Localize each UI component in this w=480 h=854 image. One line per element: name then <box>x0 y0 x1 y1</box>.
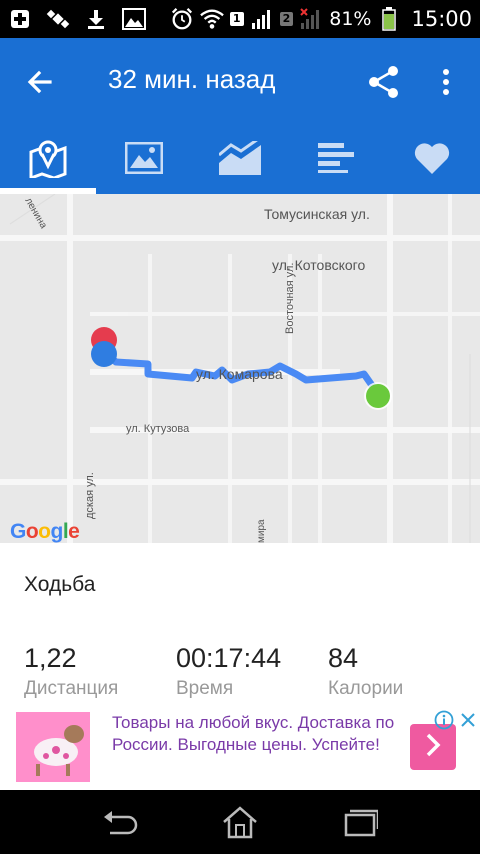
close-icon[interactable] <box>458 710 478 730</box>
tab-stats[interactable] <box>288 126 384 194</box>
start-marker <box>366 384 390 408</box>
tab-photos[interactable] <box>96 126 192 194</box>
signal-icon <box>250 7 274 31</box>
image-icon <box>124 141 164 178</box>
system-nav-bar <box>0 790 480 854</box>
tab-bar <box>0 126 480 194</box>
status-bar: 1 2 81% 15:00 <box>0 0 480 38</box>
sim2-badge: 2 <box>279 12 294 26</box>
route-map[interactable]: Томусинская ул. ул. Котовского ул. Комар… <box>0 194 480 543</box>
screen: 1 2 81% 15:00 32 мин. назад Томусинская … <box>0 0 480 854</box>
image-notif-icon <box>122 7 146 31</box>
page-title: 32 мин. назад <box>108 64 276 94</box>
ad-banner[interactable]: Товары на любой вкус. Доставка по России… <box>0 708 480 790</box>
status-time: 15:00 <box>411 7 472 31</box>
heart-icon <box>413 141 451 179</box>
activity-summary: Ходьба 1,22 Дистанция 00:17:44 Время 84 … <box>0 543 480 708</box>
plus-box-icon <box>8 7 32 31</box>
stat-value: 84 <box>328 643 359 673</box>
stat-label: Дистанция <box>24 678 119 699</box>
ad-text[interactable]: Товары на любой вкус. Доставка по России… <box>112 712 402 755</box>
stat-value: 00:17:44 <box>176 643 282 673</box>
recent-apps-icon[interactable] <box>340 802 380 842</box>
map-markers <box>91 327 392 410</box>
signal-off-icon <box>299 7 323 31</box>
home-icon[interactable] <box>220 802 260 842</box>
activity-type: Ходьба <box>24 573 96 596</box>
stat-label: Время <box>176 678 234 699</box>
satellite-icon <box>46 7 70 31</box>
battery-percent: 81% <box>329 8 372 30</box>
ad-image[interactable] <box>16 712 90 782</box>
stat-label: Калории <box>328 678 404 699</box>
google-logo: Google <box>10 520 80 543</box>
app-bar: 32 мин. назад <box>0 38 480 126</box>
share-icon[interactable] <box>366 64 402 100</box>
tab-charts[interactable] <box>192 126 288 194</box>
stat-calories: 84 Калории <box>328 643 403 700</box>
current-location-marker <box>91 341 117 367</box>
stat-distance: 1,22 Дистанция <box>24 643 118 700</box>
ad-open-button[interactable] <box>410 724 456 770</box>
more-vert-icon[interactable] <box>432 64 460 100</box>
sim1-badge: 1 <box>229 12 244 26</box>
tab-map[interactable] <box>0 126 96 194</box>
wifi-icon <box>200 7 224 31</box>
battery-icon <box>377 7 401 31</box>
download-icon <box>84 7 108 31</box>
chart-icon <box>218 135 262 179</box>
map-icon <box>28 138 68 182</box>
ad-info-icon[interactable] <box>434 710 454 730</box>
stat-value: 1,22 <box>24 643 77 673</box>
tab-favorite[interactable] <box>384 126 480 194</box>
back-nav-icon[interactable] <box>100 802 140 842</box>
chevron-right-icon <box>423 732 443 762</box>
arrow-left-icon[interactable] <box>24 66 56 98</box>
alarm-icon <box>170 7 194 31</box>
stat-time: 00:17:44 Время <box>176 643 281 700</box>
bars-icon <box>318 143 354 177</box>
